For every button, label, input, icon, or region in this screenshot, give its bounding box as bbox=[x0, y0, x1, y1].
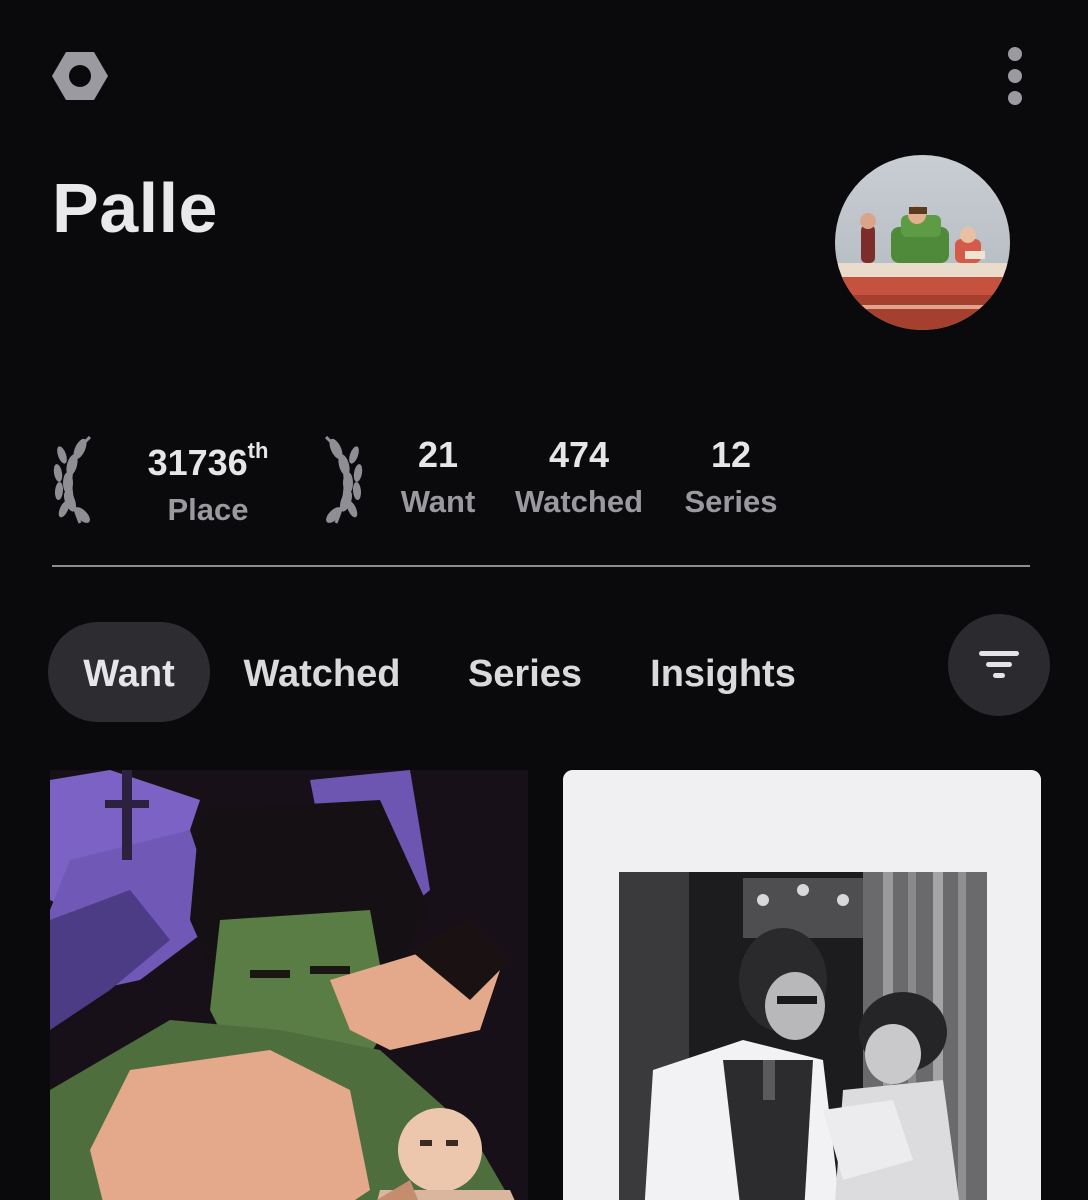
stat-want[interactable]: 21 Want bbox=[388, 433, 488, 527]
profile-screen: Palle 31736th Place 21 Want 474 Watched … bbox=[0, 0, 1088, 1200]
more-vertical-icon bbox=[1008, 47, 1022, 105]
avatar[interactable] bbox=[835, 155, 1010, 330]
stat-watched[interactable]: 474 Watched bbox=[506, 433, 652, 527]
settings-button[interactable] bbox=[48, 44, 112, 108]
tab-watched[interactable]: Watched bbox=[238, 622, 406, 722]
stat-series-label: Series bbox=[684, 484, 778, 519]
stat-place[interactable]: 31736th Place bbox=[108, 433, 308, 535]
tab-want[interactable]: Want bbox=[48, 622, 210, 722]
avatar-image bbox=[835, 155, 1010, 330]
stat-place-value: 31736th bbox=[147, 438, 269, 483]
poster-card[interactable] bbox=[50, 770, 528, 1200]
stat-watched-label: Watched bbox=[514, 484, 644, 519]
poster-image bbox=[563, 770, 1041, 1200]
filter-button[interactable] bbox=[948, 614, 1050, 716]
tab-bar: Want Watched Series Insights bbox=[48, 622, 948, 722]
stat-series-value: 12 bbox=[710, 434, 752, 475]
stat-series[interactable]: 12 Series bbox=[676, 433, 786, 527]
laurel-right-icon bbox=[324, 435, 363, 524]
more-options-button[interactable] bbox=[990, 40, 1040, 110]
filter-icon bbox=[979, 651, 1019, 678]
poster-image bbox=[50, 770, 528, 1200]
stat-place-label: Place bbox=[167, 492, 249, 527]
profile-name: Palle bbox=[52, 169, 218, 247]
tab-series[interactable]: Series bbox=[460, 622, 590, 722]
stat-watched-value: 474 bbox=[548, 434, 610, 475]
poster-card[interactable] bbox=[563, 770, 1041, 1200]
divider bbox=[52, 565, 1030, 567]
stat-want-label: Want bbox=[400, 484, 476, 519]
hexagon-settings-icon bbox=[52, 52, 108, 100]
tab-insights[interactable]: Insights bbox=[643, 622, 803, 722]
stats-row: 31736th Place 21 Want 474 Watched 12 Ser… bbox=[48, 425, 788, 535]
laurel-left-icon bbox=[53, 435, 92, 524]
stat-want-value: 21 bbox=[417, 434, 459, 475]
